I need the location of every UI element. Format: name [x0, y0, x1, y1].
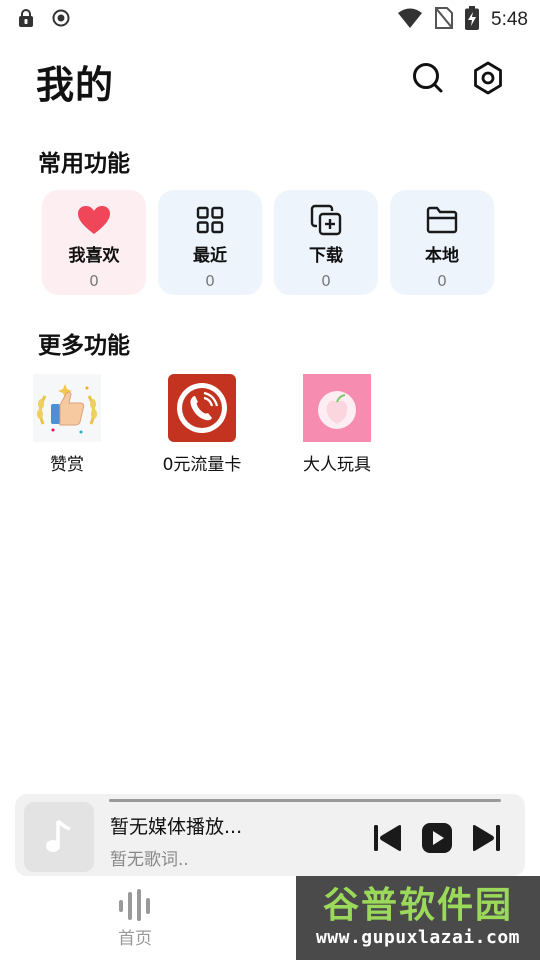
next-icon: [473, 824, 500, 852]
progress-bar[interactable]: [109, 799, 501, 802]
more-item-label: 赞赏: [50, 455, 84, 475]
heart-icon: [78, 206, 110, 234]
mini-player[interactable]: 暂无媒体播放... 暂无歌词..: [15, 794, 525, 876]
card-count: 0: [205, 272, 215, 290]
card-download[interactable]: 下载 0: [274, 190, 378, 295]
previous-icon: [374, 824, 401, 852]
settings-icon: [474, 61, 502, 95]
more-list: 赞赏 0元流量卡 大人玩具: [0, 374, 540, 484]
card-favorites[interactable]: 我喜欢 0: [42, 190, 146, 295]
settings-button[interactable]: [468, 58, 508, 98]
watermark-text: 谷普软件园: [322, 885, 513, 926]
previous-button[interactable]: [371, 822, 405, 854]
grid-icon: [196, 206, 224, 234]
folder-icon: [426, 206, 458, 234]
more-item-label: 大人玩具: [303, 455, 371, 475]
card-label: 最近: [193, 246, 227, 266]
play-button[interactable]: [420, 822, 454, 854]
status-time: 5:48: [491, 9, 528, 30]
page-title: 我的: [36, 63, 115, 107]
more-item-label: 0元流量卡: [162, 455, 242, 475]
next-button[interactable]: [469, 822, 503, 854]
play-icon: [422, 823, 452, 853]
battery-charging-icon: [465, 6, 480, 34]
no-sim-icon: [434, 6, 454, 33]
watermark: 谷普软件园 www.gupuxlazai.com: [296, 876, 540, 960]
screen: 5:48 我的 常用功能 我喜欢 0 最近 0 下载 0 本地 0 更多功能 赞…: [0, 0, 540, 960]
card-label: 本地: [425, 246, 459, 266]
player-lyrics: 暂无歌词..: [110, 850, 189, 870]
common-section-title: 常用功能: [38, 151, 130, 177]
status-bar: 5:48: [0, 0, 540, 36]
wifi-icon: [397, 7, 423, 33]
card-count: 0: [437, 272, 447, 290]
card-label: 我喜欢: [68, 246, 120, 266]
search-icon: [413, 63, 443, 93]
music-note-icon: [46, 819, 71, 852]
lock-icon: [18, 9, 34, 31]
card-count: 0: [321, 272, 331, 290]
peach-icon: [303, 374, 371, 442]
card-recent[interactable]: 最近 0: [158, 190, 262, 295]
album-cover[interactable]: [24, 802, 94, 872]
phone-call-icon: [168, 374, 236, 442]
more-item-adult-toys[interactable]: 大人玩具: [277, 374, 397, 475]
add-copy-icon: [310, 204, 342, 236]
card-count: 0: [89, 272, 99, 290]
thumbs-up-icon: [33, 374, 101, 442]
sound-wave-icon: [119, 889, 150, 921]
card-local[interactable]: 本地 0: [390, 190, 494, 295]
search-button[interactable]: [408, 58, 448, 98]
watermark-url: www.gupuxlazai.com: [315, 927, 521, 948]
common-cards: 我喜欢 0 最近 0 下载 0 本地 0: [42, 190, 494, 295]
more-item-data-card[interactable]: 0元流量卡: [142, 374, 262, 475]
nav-home[interactable]: 首页: [105, 888, 165, 949]
more-item-reward[interactable]: 赞赏: [7, 374, 127, 475]
more-section-title: 更多功能: [38, 333, 130, 359]
record-icon: [52, 9, 70, 31]
nav-home-label: 首页: [118, 929, 152, 949]
player-title: 暂无媒体播放...: [110, 816, 243, 838]
card-label: 下载: [309, 246, 343, 266]
